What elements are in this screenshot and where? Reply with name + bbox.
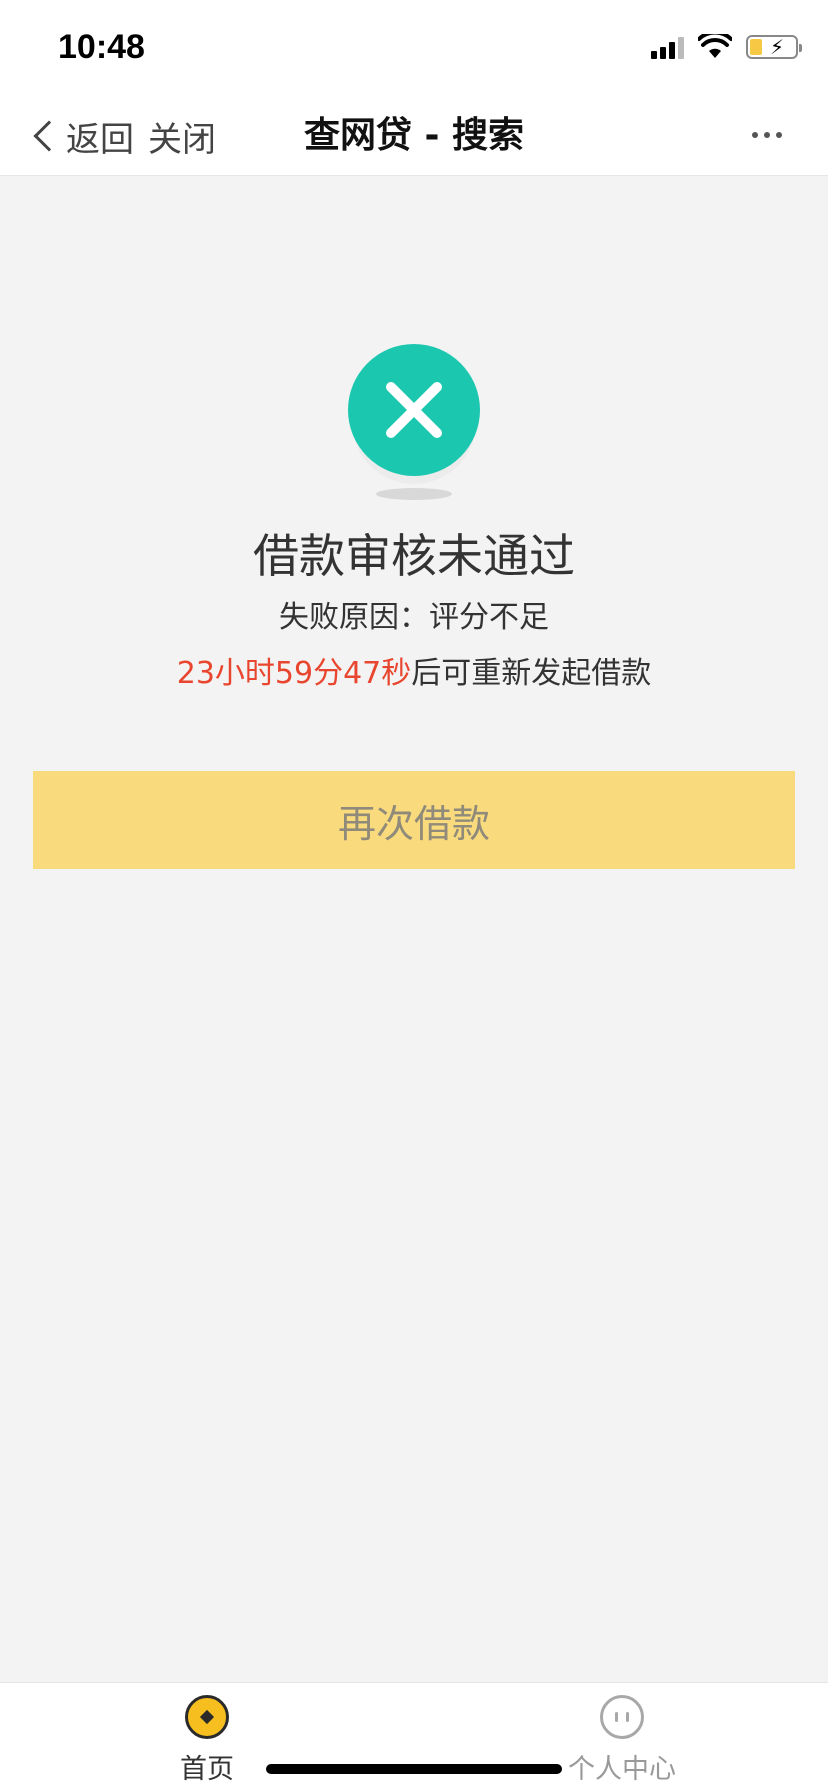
retry-countdown-text: 23小时59分47秒后可重新发起借款 [0,648,828,692]
page-title: 查网贷 - 搜索 [303,115,524,156]
wifi-icon [698,34,732,58]
countdown-timer: 23小时59分47秒 [176,656,412,691]
close-icon [348,344,480,476]
status-time: 10:48 [58,28,145,66]
tab-bar: 首页 个人中心 [0,1682,828,1792]
retry-loan-button[interactable]: 再次借款 [33,771,795,869]
status-bar: 10:48 ⚡ [0,0,828,96]
home-indicator [266,1764,562,1774]
user-face-icon [600,1695,644,1739]
more-icon[interactable] [752,132,782,138]
tab-home[interactable]: 首页 [137,1695,277,1786]
status-icons: ⚡ [651,34,802,60]
icon-shadow [376,488,452,500]
nav-bar: 返回 关闭 查网贷 - 搜索 [0,96,828,176]
tab-personal-center[interactable]: 个人中心 [552,1695,692,1786]
cellular-signal-icon [651,35,684,59]
tab-personal-center-label: 个人中心 [568,1754,676,1785]
failure-reason: 失败原因：评分不足 [279,600,549,635]
retry-suffix: 后可重新发起借款 [411,656,652,691]
result-title: 借款审核未通过 [253,529,575,583]
tab-home-label: 首页 [180,1754,234,1785]
battery-icon: ⚡ [746,35,802,59]
home-coin-icon [185,1695,229,1739]
failure-icon-group [346,344,482,504]
